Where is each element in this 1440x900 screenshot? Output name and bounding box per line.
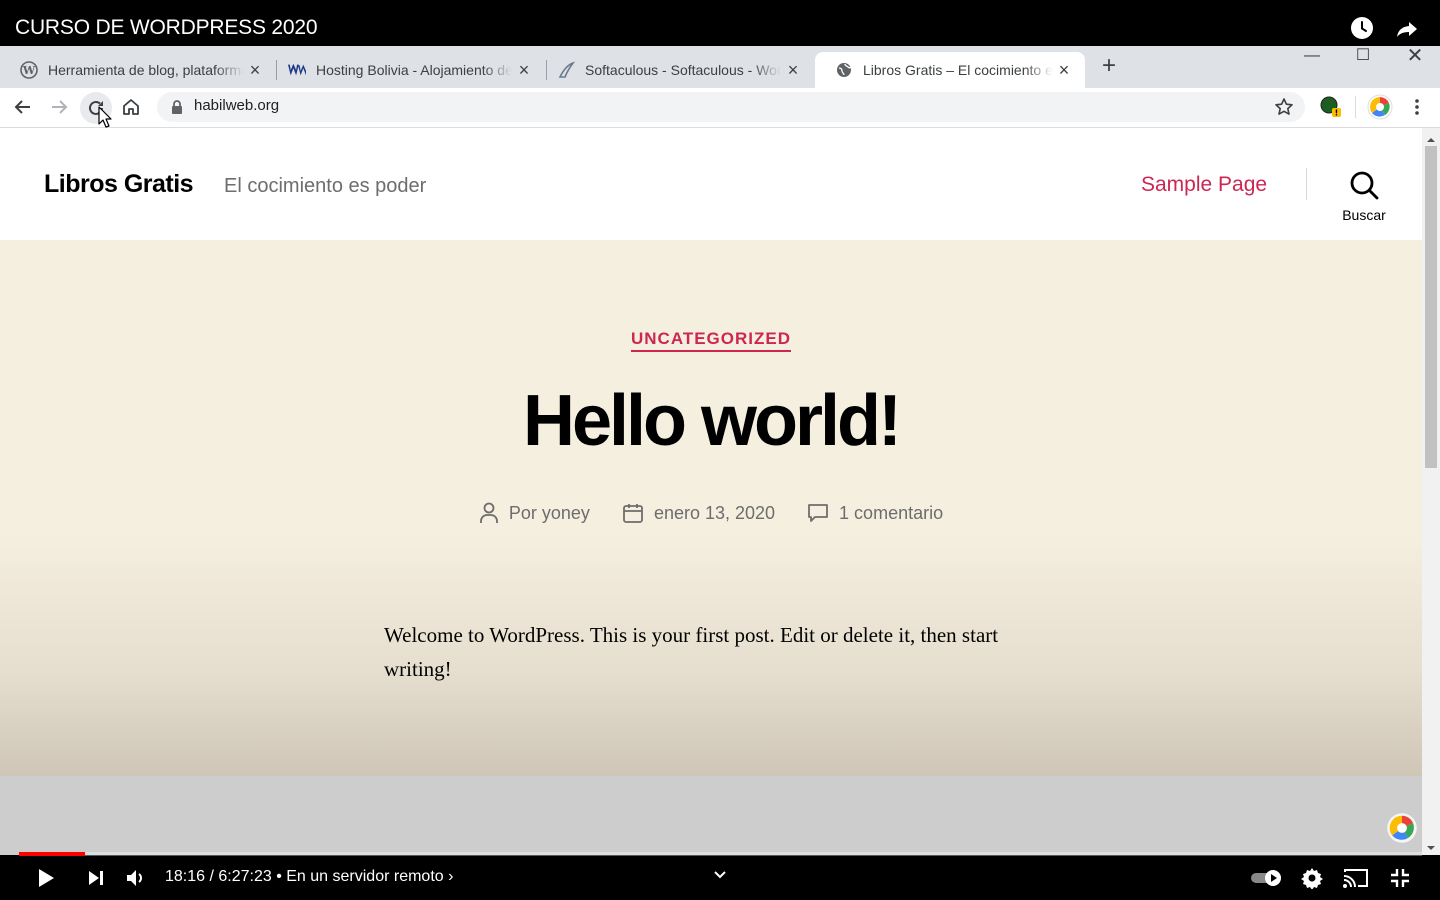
lock-icon[interactable] <box>170 99 184 115</box>
scroll-down-icon[interactable] <box>1426 840 1436 850</box>
home-button[interactable] <box>117 93 145 121</box>
back-button[interactable] <box>9 93 37 121</box>
exit-fullscreen-button[interactable] <box>1388 866 1412 890</box>
hosting-icon <box>288 61 306 79</box>
close-icon[interactable]: × <box>515 61 533 79</box>
calendar-icon <box>623 504 643 523</box>
settings-button[interactable] <box>1300 866 1324 890</box>
close-icon[interactable]: × <box>1055 61 1073 79</box>
tab-softaculous[interactable]: Softaculous - Softaculous - Word × <box>537 52 814 88</box>
chapters-expand-button[interactable] <box>711 866 729 884</box>
post-meta: Por yoney enero 13, 2020 1 comentario <box>0 502 1422 524</box>
skip-next-icon <box>89 871 103 885</box>
scrollbar-thumb[interactable] <box>1425 146 1437 468</box>
globe-icon <box>835 61 853 79</box>
svg-text:!: ! <box>1335 109 1339 118</box>
play-icon <box>39 869 54 887</box>
svg-text:W: W <box>22 64 36 77</box>
tab-title: Softaculous - Softaculous - Word <box>585 62 781 78</box>
exit-fullscreen-icon <box>1391 869 1409 887</box>
watch-later-icon[interactable] <box>1350 16 1374 40</box>
tab-title: Libros Gratis – El cocimiento es p <box>863 62 1053 78</box>
toolbar-divider <box>1355 96 1356 118</box>
webpage: Libros Gratis El cocimiento es poder Sam… <box>0 128 1422 855</box>
maximize-button[interactable]: ☐ <box>1340 46 1386 68</box>
next-button[interactable] <box>84 866 108 890</box>
bookmark-star-icon[interactable] <box>1274 97 1294 117</box>
minimize-button[interactable]: — <box>1289 46 1335 68</box>
extension-globe-icon: ! <box>1320 96 1341 118</box>
menu-button[interactable] <box>1403 93 1431 121</box>
yandex-browser-icon <box>1367 94 1393 120</box>
mouse-cursor-icon <box>98 106 112 128</box>
tab-wordpress[interactable]: W Herramienta de blog, plataforma × <box>0 52 276 88</box>
kebab-menu-icon <box>1415 99 1419 115</box>
video-time-display[interactable]: 18:16 / 6:27:23 • En un servidor remoto … <box>165 868 453 886</box>
search-label: Buscar <box>1342 207 1386 223</box>
home-icon <box>123 99 139 115</box>
author-text[interactable]: Por yoney <box>509 503 590 524</box>
tab-hosting[interactable]: Hosting Bolivia - Alojamiento de × <box>268 52 545 88</box>
volume-icon <box>127 870 142 886</box>
arrow-left-icon <box>14 100 30 114</box>
page-lower-section <box>0 776 1422 855</box>
profile-avatar[interactable] <box>1366 93 1394 121</box>
video-title[interactable]: CURSO DE WORDPRESS 2020 <box>15 16 318 40</box>
scroll-up-icon[interactable] <box>1426 132 1436 142</box>
category-link[interactable]: UNCATEGORIZED <box>630 329 791 352</box>
extension-button[interactable]: ! <box>1316 93 1344 121</box>
close-icon[interactable]: × <box>246 61 264 79</box>
wordpress-icon: W <box>20 61 38 79</box>
post-author[interactable]: Por yoney <box>479 502 590 524</box>
close-window-button[interactable]: ✕ <box>1392 46 1438 68</box>
post-title: Hello world! <box>523 381 902 461</box>
comments-text[interactable]: 1 comentario <box>839 503 943 524</box>
autoplay-icon <box>1251 870 1281 886</box>
cast-button[interactable] <box>1342 866 1370 890</box>
post-content: Welcome to WordPress. This is your first… <box>384 623 999 681</box>
post-category: UNCATEGORIZED <box>0 329 1422 352</box>
autoplay-toggle[interactable] <box>1249 866 1285 890</box>
volume-button[interactable] <box>124 866 148 890</box>
softaculous-icon <box>557 61 575 79</box>
post-comments[interactable]: 1 comentario <box>807 503 943 524</box>
post-date[interactable]: enero 13, 2020 <box>622 502 775 524</box>
tab-title: Hosting Bolivia - Alojamiento de <box>316 62 512 78</box>
site-header: Libros Gratis El cocimiento es poder Sam… <box>0 128 1422 240</box>
site-description: El cocimiento es poder <box>224 175 427 197</box>
forward-button[interactable] <box>45 93 73 121</box>
new-tab-button[interactable]: + <box>1097 54 1121 78</box>
date-text[interactable]: enero 13, 2020 <box>654 503 775 524</box>
share-icon[interactable] <box>1395 17 1419 41</box>
arrow-right-icon <box>52 100 68 114</box>
cast-icon <box>1343 869 1368 888</box>
close-icon[interactable]: × <box>784 61 802 79</box>
video-progress-bar[interactable] <box>19 852 1422 856</box>
person-icon <box>479 502 498 523</box>
chevron-down-icon <box>714 871 726 879</box>
search-button[interactable]: Buscar <box>1336 170 1392 226</box>
site-title[interactable]: Libros Gratis <box>44 170 194 199</box>
nav-divider <box>1306 168 1307 200</box>
yandex-float-icon[interactable] <box>1386 812 1418 844</box>
gear-icon <box>1301 868 1323 889</box>
nav-sample-page[interactable]: Sample Page <box>1141 173 1267 197</box>
search-icon <box>1350 171 1379 200</box>
comment-icon <box>808 504 828 522</box>
tab-strip: W Herramienta de blog, plataforma × Host… <box>0 46 1440 88</box>
address-bar[interactable] <box>157 92 1305 122</box>
post-hero: UNCATEGORIZED Hello world! Por yoney ene… <box>0 240 1422 776</box>
url-text[interactable]: habilweb.org <box>194 97 279 114</box>
play-button[interactable] <box>34 866 58 890</box>
tab-libros-gratis[interactable]: Libros Gratis – El cocimiento es p × <box>815 52 1085 88</box>
tab-title: Herramienta de blog, plataforma <box>48 62 244 78</box>
video-progress-fill <box>19 852 85 856</box>
